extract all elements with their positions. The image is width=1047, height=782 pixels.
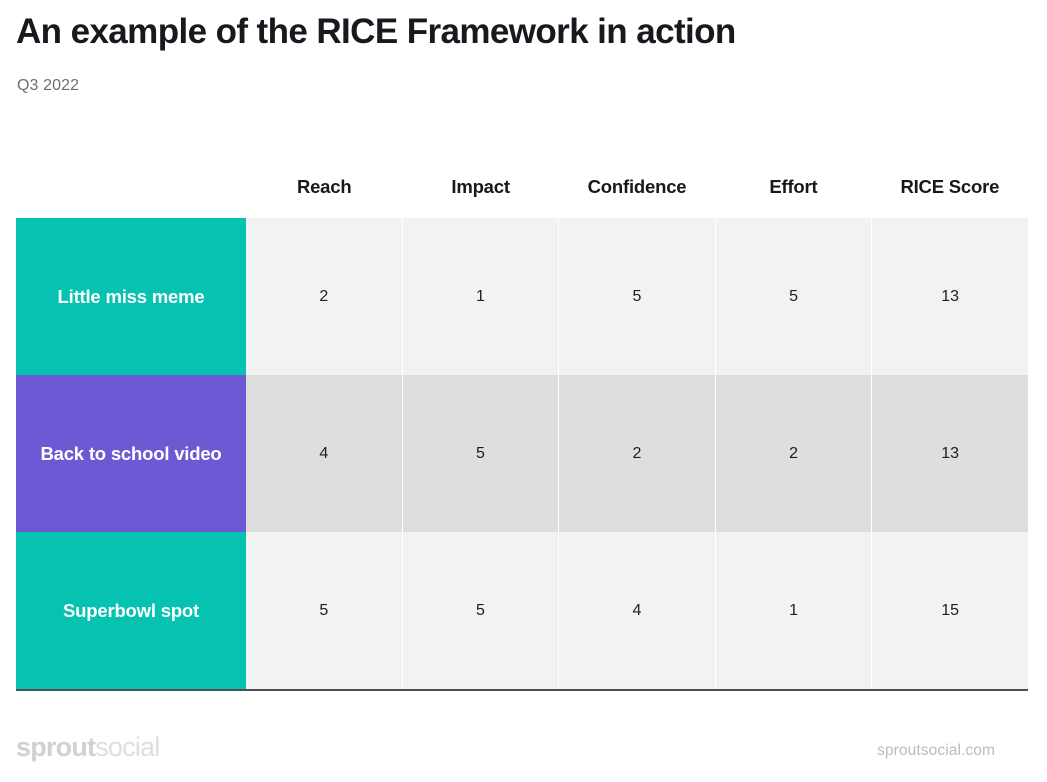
column-header-label: Impact bbox=[451, 175, 510, 197]
row-values: 2 1 5 5 13 bbox=[246, 218, 1028, 375]
column-header-effort: Effort bbox=[715, 176, 871, 198]
footer: sproutsocial sproutsocial.com bbox=[0, 726, 1047, 782]
row-label-back-to-school-video: Back to school video bbox=[16, 375, 246, 532]
row-label-superbowl-spot: Superbowl spot bbox=[16, 532, 246, 689]
cell-impact: 1 bbox=[402, 218, 560, 375]
cell-effort: 5 bbox=[715, 218, 873, 375]
page-subtitle: Q3 2022 bbox=[17, 77, 80, 94]
logo-light-text: social bbox=[95, 732, 160, 762]
column-header-reach: Reach bbox=[246, 176, 402, 198]
table-body: Little miss meme 2 1 5 5 13 Back to scho… bbox=[16, 218, 1028, 691]
cell-confidence: 2 bbox=[559, 375, 716, 532]
column-header-label: RICE Score bbox=[900, 175, 1000, 197]
slide-canvas: An example of the RICE Framework in acti… bbox=[0, 0, 1047, 782]
row-values: 4 5 2 2 13 bbox=[246, 375, 1028, 532]
table-row: Superbowl spot 5 5 4 1 15 bbox=[16, 532, 1028, 689]
cell-effort: 1 bbox=[715, 532, 873, 689]
cell-reach: 5 bbox=[246, 532, 403, 689]
column-header-impact: Impact bbox=[402, 176, 558, 198]
cell-confidence: 4 bbox=[559, 532, 716, 689]
footer-url: sproutsocial.com bbox=[877, 742, 995, 759]
cell-effort: 2 bbox=[715, 375, 873, 532]
table-row: Back to school video 4 5 2 2 13 bbox=[16, 375, 1028, 532]
cell-rice-score: 15 bbox=[872, 532, 1028, 689]
sproutsocial-logo: sproutsocial bbox=[16, 732, 160, 762]
row-values: 5 5 4 1 15 bbox=[246, 532, 1028, 689]
column-header-label: Reach bbox=[296, 175, 352, 197]
cell-impact: 5 bbox=[402, 375, 560, 532]
column-header-rice-score: RICE Score bbox=[872, 176, 1028, 198]
cell-reach: 4 bbox=[246, 375, 403, 532]
cell-impact: 5 bbox=[402, 532, 560, 689]
rice-table: Reach Impact Confidence Effort RICE Scor… bbox=[16, 155, 1028, 691]
column-header-label: Effort bbox=[769, 175, 818, 197]
page-title: An example of the RICE Framework in acti… bbox=[16, 12, 736, 51]
logo-bold-text: sprout bbox=[16, 732, 96, 762]
cell-rice-score: 13 bbox=[872, 218, 1028, 375]
column-header-confidence: Confidence bbox=[559, 176, 715, 198]
cell-reach: 2 bbox=[246, 218, 403, 375]
table-row: Little miss meme 2 1 5 5 13 bbox=[16, 218, 1028, 375]
cell-confidence: 5 bbox=[559, 218, 716, 375]
table-header-row: Reach Impact Confidence Effort RICE Scor… bbox=[16, 155, 1028, 218]
row-label-little-miss-meme: Little miss meme bbox=[16, 218, 246, 375]
cell-rice-score: 13 bbox=[872, 375, 1028, 532]
column-header-label: Confidence bbox=[587, 175, 687, 197]
